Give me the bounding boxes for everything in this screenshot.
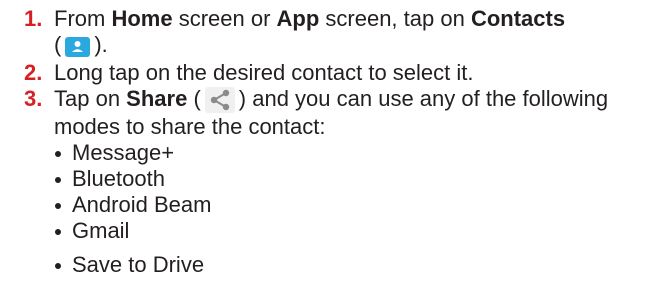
step-number: 2. <box>24 60 43 85</box>
steps-list: 1. From Home screen or App screen, tap o… <box>24 6 664 278</box>
share-mode-android-beam: Android Beam <box>54 192 664 218</box>
share-mode-message: Message+ <box>54 140 664 166</box>
contacts-label: Contacts <box>470 6 566 31</box>
app-label: App <box>276 6 320 31</box>
share-mode-gmail: Gmail <box>54 218 664 244</box>
contacts-icon <box>65 34 91 60</box>
share-mode-bluetooth: Bluetooth <box>54 166 664 192</box>
step-text: Long tap on the desired contact to selec… <box>54 60 474 85</box>
step-1: 1. From Home screen or App screen, tap o… <box>24 6 664 60</box>
step-text: Tap on Share () and you can use any of t… <box>54 86 609 139</box>
share-modes-list: Message+ Bluetooth Android Beam Gmail Sa… <box>54 140 664 278</box>
share-icon <box>204 87 235 114</box>
step-2: 2. Long tap on the desired contact to se… <box>24 60 664 86</box>
home-label: Home <box>111 6 173 31</box>
step-text: From Home screen or App screen, tap on C… <box>54 6 565 57</box>
share-label: Share <box>126 86 188 111</box>
share-mode-save-to-drive: Save to Drive <box>54 252 664 278</box>
instruction-page: 1. From Home screen or App screen, tap o… <box>0 0 667 301</box>
step-number: 1. <box>24 6 43 31</box>
step-3: 3. Tap on Share () and you can use any o… <box>24 86 664 278</box>
step-number: 3. <box>24 86 43 111</box>
